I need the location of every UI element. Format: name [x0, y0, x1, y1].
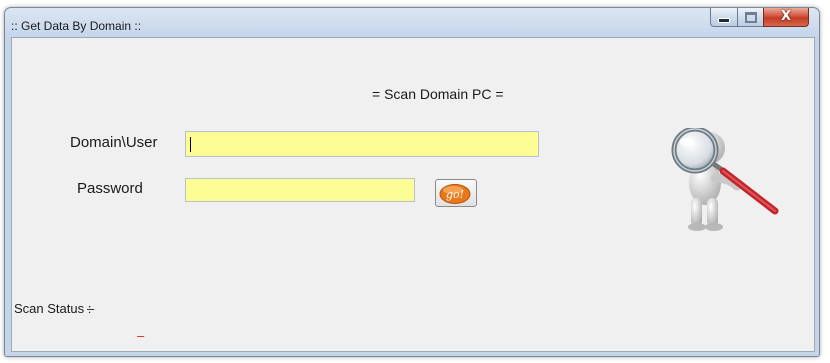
- minimize-button[interactable]: [710, 8, 738, 27]
- close-icon: X: [780, 8, 792, 24]
- window-title: :: Get Data By Domain ::: [11, 19, 142, 33]
- go-icon: go!: [439, 184, 471, 204]
- form-panel: = Scan Domain PC = Domain\User Password …: [11, 37, 815, 352]
- password-label: Password: [77, 180, 143, 197]
- scan-status-value: –: [87, 301, 95, 316]
- text-caret: [190, 137, 191, 152]
- page-title: = Scan Domain PC =: [372, 86, 504, 102]
- close-button[interactable]: X: [763, 8, 809, 27]
- domain-user-input[interactable]: [185, 131, 539, 157]
- go-button-label: go!: [446, 188, 464, 201]
- scan-status-label: Scan Status :: [14, 301, 92, 316]
- magnifier-figure-icon: [671, 128, 779, 231]
- app-window: :: Get Data By Domain :: X = Scan Domain…: [4, 7, 820, 357]
- domain-user-label: Domain\User: [70, 134, 158, 151]
- minimize-icon: [718, 17, 730, 23]
- maximize-icon: [744, 11, 757, 23]
- scan-status-detail: –: [137, 328, 145, 343]
- title-bar[interactable]: :: Get Data By Domain :: X: [5, 8, 819, 40]
- maximize-button[interactable]: [737, 8, 764, 27]
- go-button[interactable]: go!: [435, 179, 477, 207]
- password-input[interactable]: [185, 178, 415, 202]
